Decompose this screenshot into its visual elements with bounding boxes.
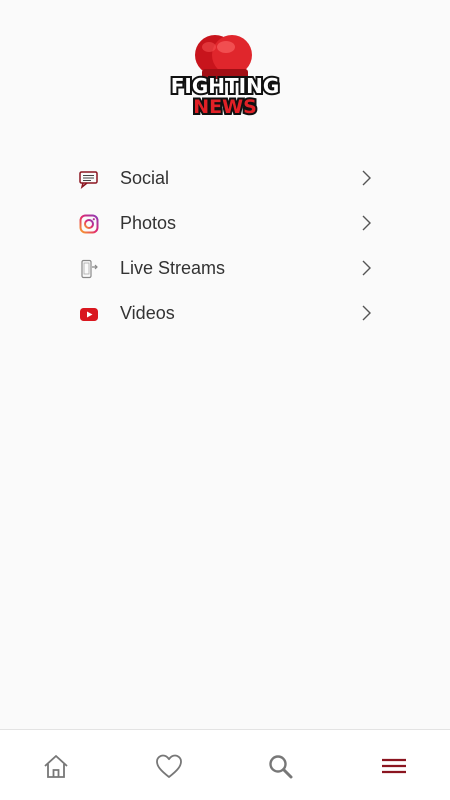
nav-favorites-button[interactable] [154,752,184,782]
logo-line-2: NEWS [193,96,257,118]
bottom-navigation-bar [0,729,450,800]
nav-home-button[interactable] [41,752,71,782]
boxing-gloves-logo-icon: FIGHTING NEWS [169,35,281,120]
search-icon [266,752,296,782]
youtube-icon [79,304,99,324]
nav-menu-button[interactable] [379,752,409,782]
speech-bubble-icon [79,169,99,189]
more-menu-list: Social Photos Live Streams Videos [0,156,450,336]
fighting-news-logo: FIGHTING NEWS [162,33,288,120]
instagram-icon [79,214,99,234]
more-screen: FIGHTING NEWS Social Photos Live Streams… [0,0,450,800]
menu-item-label: Photos [120,213,177,233]
live-stream-device-icon [79,259,99,279]
menu-item-videos[interactable]: Videos [0,291,450,336]
logo-line-1: FIGHTING [171,74,280,98]
chevron-right-icon [359,259,373,277]
heart-icon [154,752,184,782]
menu-item-label: Social [120,168,170,188]
nav-search-button[interactable] [266,752,296,782]
menu-item-label: Videos [120,303,175,323]
chevron-right-icon [359,169,373,187]
hamburger-menu-icon [379,752,409,782]
menu-item-live-streams[interactable]: Live Streams [0,246,450,291]
chevron-right-icon [359,304,373,322]
chevron-right-icon [359,214,373,232]
menu-item-label: Live Streams [120,258,226,278]
home-icon [41,752,71,782]
menu-item-photos[interactable]: Photos [0,201,450,246]
menu-item-social[interactable]: Social [0,156,450,201]
